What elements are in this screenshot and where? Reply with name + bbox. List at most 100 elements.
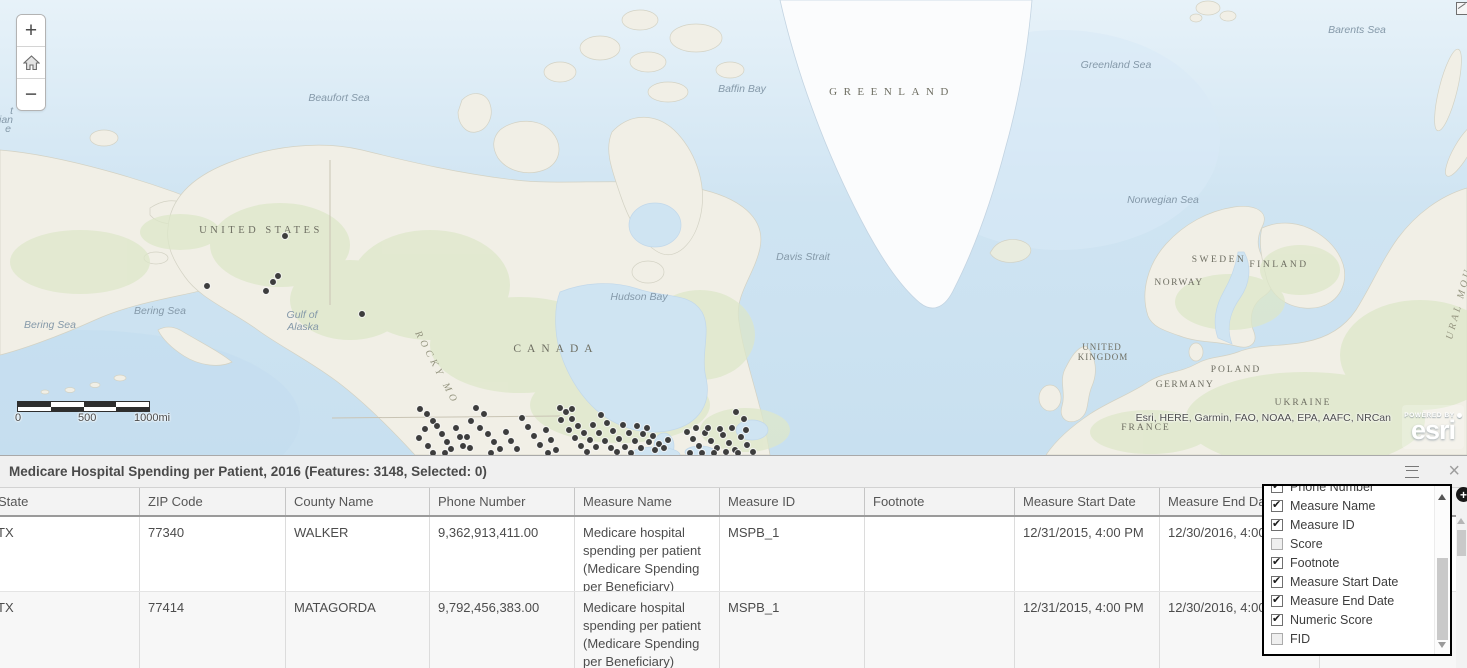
- map-point-feature[interactable]: [566, 427, 573, 434]
- map-point-feature[interactable]: [519, 415, 526, 422]
- map-point-feature[interactable]: [638, 445, 645, 452]
- column-header-state[interactable]: State: [0, 488, 140, 515]
- map-point-feature[interactable]: [693, 425, 700, 432]
- map-point-feature[interactable]: [422, 426, 429, 433]
- checkbox-checked-icon[interactable]: [1271, 595, 1283, 607]
- map-point-feature[interactable]: [468, 418, 475, 425]
- checkbox-checked-icon[interactable]: [1271, 500, 1283, 512]
- map-point-feature[interactable]: [744, 442, 751, 449]
- checkbox-checked-icon[interactable]: [1271, 576, 1283, 588]
- column-header-measure-name[interactable]: Measure Name: [575, 488, 720, 515]
- column-header-phone-number[interactable]: Phone Number: [430, 488, 575, 515]
- map-point-feature[interactable]: [598, 412, 605, 419]
- map-point-feature[interactable]: [359, 311, 366, 318]
- map-point-feature[interactable]: [569, 406, 576, 413]
- map-point-feature[interactable]: [557, 405, 564, 412]
- map-point-feature[interactable]: [661, 445, 668, 452]
- map-point-feature[interactable]: [514, 446, 521, 453]
- map-point-feature[interactable]: [610, 428, 617, 435]
- map-point-feature[interactable]: [464, 434, 471, 441]
- map-point-feature[interactable]: [741, 416, 748, 423]
- column-header-measure-id[interactable]: Measure ID: [720, 488, 865, 515]
- map-point-feature[interactable]: [537, 442, 544, 449]
- map-point-feature[interactable]: [604, 420, 611, 427]
- map-point-feature[interactable]: [575, 423, 582, 430]
- map-point-feature[interactable]: [717, 426, 724, 433]
- map-point-feature[interactable]: [424, 411, 431, 418]
- column-header-zip-code[interactable]: ZIP Code: [140, 488, 286, 515]
- map-point-feature[interactable]: [434, 423, 441, 430]
- checkbox-checked-icon[interactable]: [1271, 557, 1283, 569]
- map-point-feature[interactable]: [616, 436, 623, 443]
- map-point-feature[interactable]: [425, 443, 432, 450]
- table-scrollbar-thumb[interactable]: [1457, 530, 1466, 556]
- map-point-feature[interactable]: [508, 438, 515, 445]
- map-point-feature[interactable]: [665, 437, 672, 444]
- map-point-feature[interactable]: [439, 431, 446, 438]
- map-point-feature[interactable]: [543, 427, 550, 434]
- column-chooser-item[interactable]: Footnote: [1264, 553, 1450, 572]
- map-point-feature[interactable]: [491, 439, 498, 446]
- column-chooser-item[interactable]: Measure End Date: [1264, 591, 1450, 610]
- map-point-feature[interactable]: [587, 437, 594, 444]
- map-point-feature[interactable]: [626, 430, 633, 437]
- chooser-scroll-up-icon[interactable]: [1438, 494, 1446, 500]
- zoom-in-button[interactable]: +: [17, 15, 45, 47]
- close-icon[interactable]: ×: [1448, 458, 1460, 484]
- checkbox-checked-icon[interactable]: [1271, 519, 1283, 531]
- map-point-feature[interactable]: [652, 447, 659, 454]
- map-point-feature[interactable]: [733, 409, 740, 416]
- home-button[interactable]: [17, 47, 45, 79]
- map-point-feature[interactable]: [602, 438, 609, 445]
- column-chooser-item[interactable]: Score: [1264, 534, 1450, 553]
- zoom-out-button[interactable]: −: [17, 79, 45, 110]
- column-chooser-item[interactable]: Measure Name: [1264, 496, 1450, 515]
- map-point-feature[interactable]: [453, 425, 460, 432]
- map-point-feature[interactable]: [481, 411, 488, 418]
- column-chooser-item[interactable]: FID: [1264, 629, 1450, 648]
- column-chooser-item[interactable]: Phone Number: [1264, 484, 1450, 496]
- map-point-feature[interactable]: [640, 431, 647, 438]
- map-point-feature[interactable]: [460, 443, 467, 450]
- map-point-feature[interactable]: [444, 439, 451, 446]
- map-point-feature[interactable]: [417, 406, 424, 413]
- map-point-feature[interactable]: [569, 416, 576, 423]
- checkbox-unchecked-icon[interactable]: [1271, 633, 1283, 645]
- map-point-feature[interactable]: [263, 288, 270, 295]
- column-chooser-item[interactable]: Measure ID: [1264, 515, 1450, 534]
- map-point-feature[interactable]: [708, 438, 715, 445]
- map-point-feature[interactable]: [467, 445, 474, 452]
- map-point-feature[interactable]: [485, 431, 492, 438]
- column-chooser-item[interactable]: Numeric Score: [1264, 610, 1450, 629]
- column-header-county-name[interactable]: County Name: [286, 488, 430, 515]
- map-point-feature[interactable]: [632, 438, 639, 445]
- column-header-measure-start-date[interactable]: Measure Start Date: [1015, 488, 1160, 515]
- map-point-feature[interactable]: [477, 425, 484, 432]
- map-point-feature[interactable]: [503, 429, 510, 436]
- map-point-feature[interactable]: [696, 443, 703, 450]
- map-point-feature[interactable]: [282, 233, 289, 240]
- column-options-button[interactable]: +: [1456, 487, 1467, 502]
- table-row[interactable]: TX77414MATAGORDA9,792,456,383.00Medicare…: [0, 592, 1467, 668]
- checkbox-checked-icon[interactable]: [1271, 484, 1283, 493]
- map-point-feature[interactable]: [646, 439, 653, 446]
- map-point-feature[interactable]: [473, 405, 480, 412]
- table-scrollbar[interactable]: [1456, 506, 1467, 668]
- map-point-feature[interactable]: [596, 430, 603, 437]
- map-point-feature[interactable]: [743, 427, 750, 434]
- map-point-feature[interactable]: [525, 424, 532, 431]
- map-point-feature[interactable]: [622, 444, 629, 451]
- map-point-feature[interactable]: [738, 434, 745, 441]
- map-point-feature[interactable]: [581, 430, 588, 437]
- map-point-feature[interactable]: [726, 440, 733, 447]
- column-chooser-item[interactable]: Measure Start Date: [1264, 572, 1450, 591]
- map-point-feature[interactable]: [590, 422, 597, 429]
- map-point-feature[interactable]: [578, 443, 585, 450]
- chooser-scrollbar[interactable]: [1434, 486, 1450, 654]
- map-point-feature[interactable]: [690, 436, 697, 443]
- map-point-feature[interactable]: [448, 446, 455, 453]
- checkbox-unchecked-icon[interactable]: [1271, 538, 1283, 550]
- map-point-feature[interactable]: [270, 279, 277, 286]
- map-point-feature[interactable]: [548, 437, 555, 444]
- checkbox-checked-icon[interactable]: [1271, 614, 1283, 626]
